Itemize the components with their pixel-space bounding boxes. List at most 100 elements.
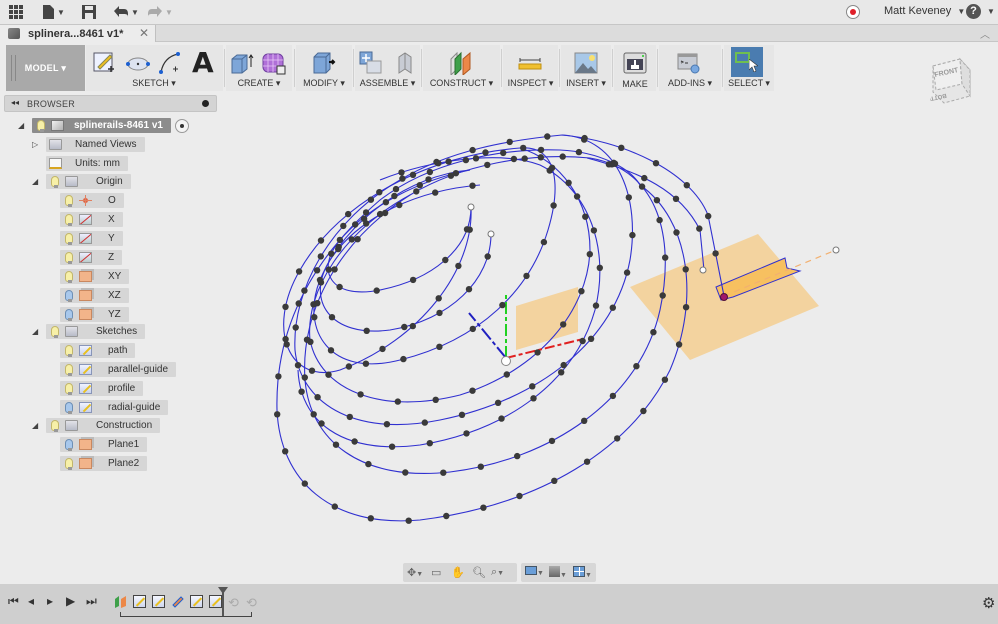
spline-fit-point[interactable] [605,161,613,168]
spline-fit-point[interactable] [503,371,510,378]
outer-spiral-b[interactable] [294,134,633,425]
spline-fit-point[interactable] [426,440,433,447]
timeline-sketch-icon[interactable] [190,595,203,608]
spline-fit-point[interactable] [379,345,386,353]
make-menu[interactable]: MAKE [614,79,656,89]
tree-item-root-component[interactable]: splinerails-8461 v1 [32,117,189,134]
spline-fit-point[interactable] [551,477,558,484]
spline-fit-point[interactable] [317,237,325,244]
spline-fit-point[interactable] [582,213,589,220]
outer-spiral-c[interactable] [304,156,666,474]
modify-menu[interactable]: MODIFY ▾ [296,78,352,89]
spline-fit-point[interactable] [659,292,666,299]
spline-fit-point[interactable] [317,279,325,286]
spline-fit-point[interactable] [592,302,600,309]
spline-fit-point[interactable] [565,179,572,186]
spline-fit-point[interactable] [462,156,470,164]
ellipse-icon[interactable] [126,51,150,75]
spline-fit-point[interactable] [469,387,476,394]
spline-fit-point[interactable] [506,138,513,146]
file-menu-button[interactable]: ▼ [43,3,65,21]
visibility-bulb-icon[interactable] [51,420,59,432]
visibility-bulb-icon[interactable] [65,233,73,245]
press-pull-icon[interactable] [312,51,336,75]
spline-fit-point[interactable] [399,175,406,182]
spline-fit-point[interactable] [348,236,355,243]
spline-fit-point[interactable] [298,388,305,395]
spline-fit-point[interactable] [640,407,647,415]
visibility-bulb-icon[interactable] [65,364,73,376]
spline-fit-point[interactable] [307,338,314,345]
visibility-bulb-icon[interactable] [65,309,73,321]
spline-fit-point[interactable] [581,136,588,143]
spline-fit-point[interactable] [537,154,544,161]
spline-fit-point[interactable] [452,170,460,177]
spline-fit-point[interactable] [520,144,527,152]
visibility-bulb-icon[interactable] [65,383,73,395]
step-back-icon[interactable]: ◂ [28,594,34,608]
timeline-plane-icon[interactable] [171,595,184,608]
spline-fit-point[interactable] [331,266,338,273]
spline-fit-point[interactable] [432,189,439,196]
timeline-construction-plane-icon[interactable] [114,595,128,608]
spline-fit-point[interactable] [705,212,712,220]
spline-fit-point[interactable] [578,288,585,295]
spline-fit-point[interactable] [335,245,342,253]
spline-fit-point[interactable] [433,158,440,166]
spline-fit-point[interactable] [494,399,502,406]
spline-fit-point[interactable] [610,159,617,166]
spline-fit-point[interactable] [292,324,299,331]
assemble-menu[interactable]: ASSEMBLE ▾ [355,78,420,89]
spline-fit-point[interactable] [392,185,400,193]
tree-item-sketch-radial-guide[interactable]: radial-guide [60,399,169,416]
spline-fit-point[interactable] [540,238,548,246]
spline-fit-point[interactable] [484,161,491,169]
workspace-switcher[interactable]: MODEL ▾ [6,45,85,91]
outer-spiral-e[interactable] [586,157,705,271]
origin-point[interactable] [501,356,511,366]
spline-fit-point[interactable] [618,144,625,151]
text-tool-icon[interactable]: A [192,49,216,77]
record-icon[interactable] [846,5,860,19]
spline-fit-point[interactable] [611,160,619,167]
spline-fit-point[interactable] [357,391,364,398]
add-ins-menu[interactable]: ADD-INS ▾ [659,78,721,89]
spline-fit-point[interactable] [282,335,289,343]
spline-fit-point[interactable] [301,374,308,381]
insert-image-icon[interactable] [574,51,598,75]
tree-item-z-axis[interactable]: Z [60,249,123,266]
spiral-curve-2[interactable] [319,184,492,332]
go-to-end-icon[interactable]: ⏭ [86,594,97,609]
spline-fit-point[interactable] [682,266,689,273]
spline-fit-point[interactable] [360,215,368,222]
spline-fit-point[interactable] [548,437,556,445]
spline-fit-point[interactable] [523,272,530,280]
create-menu[interactable]: CREATE ▾ [226,78,292,89]
spline-fit-point[interactable] [376,210,384,218]
spline-fit-point[interactable] [463,430,470,437]
spline-fit-point[interactable] [409,171,417,178]
apps-grid-icon[interactable] [9,3,23,21]
help-dropdown-caret[interactable]: ▼ [987,7,995,16]
spline-fit-point[interactable] [498,415,505,422]
tree-item-yz-plane[interactable]: YZ [60,306,129,323]
spline-fit-point[interactable] [282,448,289,455]
display-settings-icon[interactable]: ▼ [525,566,544,578]
spline-fit-point[interactable] [682,304,690,311]
tree-item-xz-plane[interactable]: XZ [60,287,129,304]
document-tab[interactable]: splinera...8461 v1* ✕ [0,25,156,42]
extrude-icon[interactable] [230,51,254,75]
spline-fit-point[interactable] [345,210,352,218]
spline-fit-point[interactable] [683,182,690,189]
spline-fit-point[interactable] [652,160,660,167]
spline-fit-point[interactable] [351,438,358,445]
spline-fit-point[interactable] [425,176,432,183]
visibility-bulb-icon[interactable] [65,402,73,414]
spline-fit-point[interactable] [609,304,616,311]
spline-fit-point[interactable] [303,336,311,343]
spline-fit-point[interactable] [345,363,353,370]
close-icon[interactable]: ✕ [139,26,149,40]
activate-radio-icon[interactable] [174,118,189,133]
spiral-curve-1[interactable] [327,169,472,293]
spline-fit-point[interactable] [365,460,372,468]
